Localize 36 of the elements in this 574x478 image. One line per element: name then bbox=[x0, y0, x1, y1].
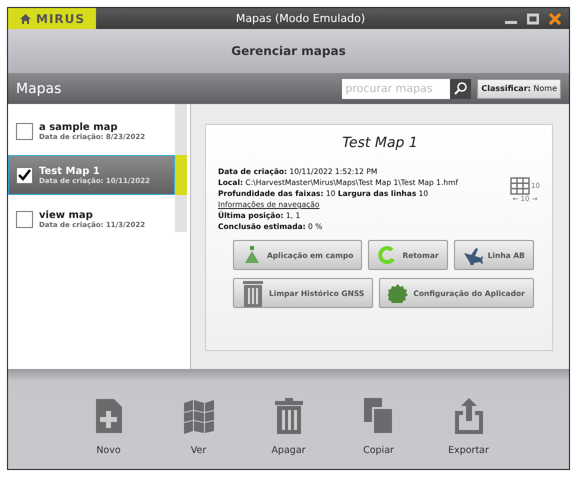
toolbar-action[interactable]: Copiar bbox=[348, 397, 408, 469]
toolbar-action[interactable]: Apagar bbox=[258, 397, 318, 469]
toolbar-action[interactable]: Ver bbox=[168, 397, 228, 469]
search-icon bbox=[454, 82, 468, 95]
airplane-icon bbox=[462, 245, 483, 265]
scrollbar[interactable] bbox=[175, 104, 187, 232]
maximize-icon[interactable] bbox=[527, 12, 539, 24]
sprayer-icon bbox=[242, 245, 262, 265]
section-title: Mapas bbox=[16, 80, 62, 96]
map-name: a sample map bbox=[39, 122, 118, 132]
toolbar-action[interactable]: Exportar bbox=[438, 397, 498, 469]
map-name: Test Map 1 bbox=[39, 166, 100, 176]
checkmark-icon bbox=[18, 169, 31, 181]
checkbox[interactable] bbox=[16, 166, 33, 184]
gear-icon bbox=[388, 283, 408, 303]
copy-icon bbox=[362, 397, 394, 435]
home-icon bbox=[20, 14, 31, 24]
toolbar-action[interactable]: Novo bbox=[78, 397, 138, 469]
brand-name: MIRUS bbox=[36, 12, 86, 26]
page-title: Gerenciar mapas bbox=[231, 44, 346, 58]
close-icon[interactable] bbox=[549, 12, 561, 24]
map-name: view map bbox=[39, 210, 93, 220]
checkbox[interactable] bbox=[16, 210, 33, 228]
export-icon bbox=[452, 397, 484, 435]
window-title: Mapas (Modo Emulado) bbox=[234, 12, 366, 25]
map-title: Test Map 1 bbox=[341, 135, 419, 151]
trash-icon bbox=[272, 397, 304, 435]
brand-logo[interactable]: MIRUS bbox=[8, 8, 96, 29]
search-field[interactable]: procurar mapas bbox=[342, 78, 450, 98]
grid-icon bbox=[510, 177, 530, 195]
refresh-icon bbox=[377, 245, 398, 265]
sort-button[interactable]: Classificar: Nome bbox=[477, 78, 561, 98]
map-icon bbox=[182, 397, 214, 435]
checkbox[interactable] bbox=[16, 122, 33, 140]
search-button[interactable] bbox=[450, 78, 472, 98]
trash-icon bbox=[242, 279, 264, 307]
